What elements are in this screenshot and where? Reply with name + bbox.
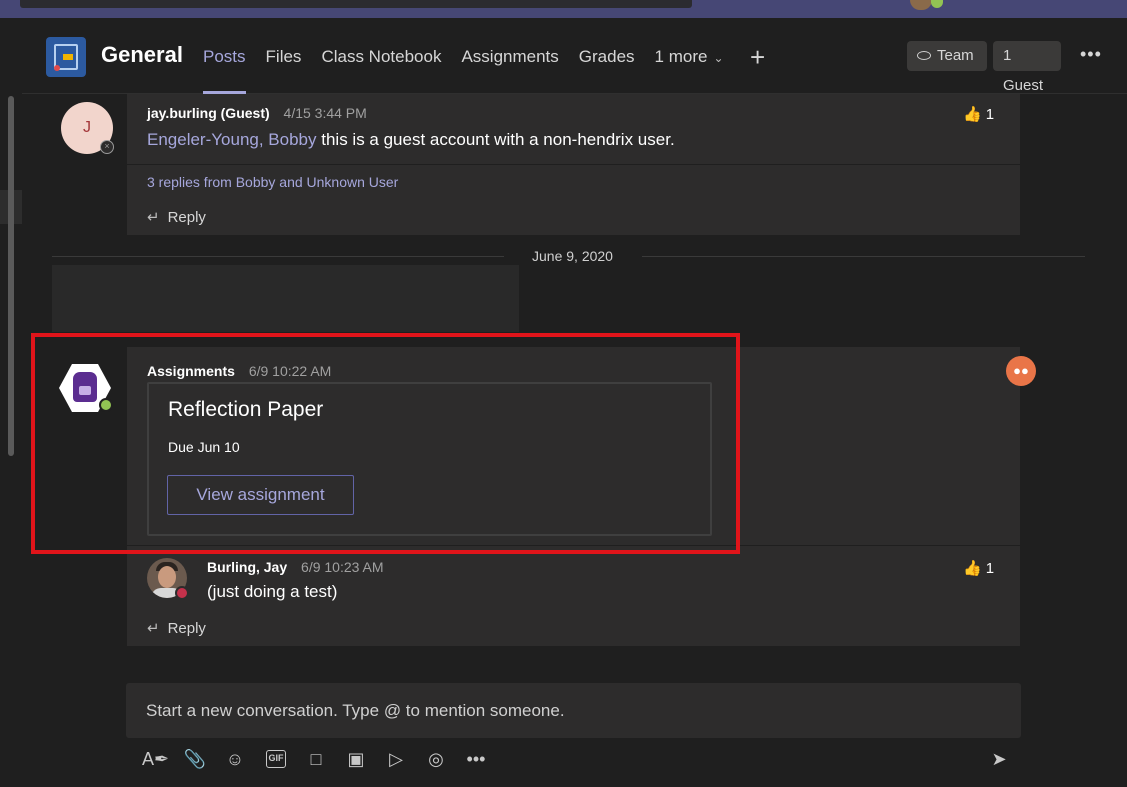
sticker-icon[interactable]: □ <box>303 746 329 772</box>
assignment-card: Reflection Paper Due Jun 10 View assignm… <box>147 382 712 536</box>
posts-feed: J × jay.burling (Guest) 4/15 3:44 PM Eng… <box>22 94 1127 687</box>
replies-summary-link[interactable]: 3 replies from Bobby and Unknown User <box>147 174 398 190</box>
message-text-rest: this is a guest account with a non-hendr… <box>316 130 675 149</box>
guest-count-button[interactable]: 1 Guest <box>993 41 1061 94</box>
view-assignment-button[interactable]: View assignment <box>167 475 354 515</box>
divider <box>127 545 1020 546</box>
divider <box>127 164 1020 165</box>
composer-toolbar: A✒ 📎 ☺ GIF □ ▣ ▷ ◎ ••• ➤ <box>126 744 1021 774</box>
like-reaction[interactable]: 👍 1 <box>963 559 994 577</box>
message-text: Engeler-Young, Bobby this is a guest acc… <box>147 130 675 150</box>
mention-link[interactable]: Engeler-Young, Bobby <box>147 130 317 149</box>
channel-title: General <box>101 42 183 67</box>
tab-grades[interactable]: Grades <box>579 47 635 67</box>
reply-button[interactable]: ↵ Reply <box>147 208 206 226</box>
reply-meta: Burling, Jay 6/9 10:23 AM <box>207 559 384 575</box>
presence-offline-icon: × <box>100 140 114 154</box>
scrollbar[interactable] <box>8 96 14 456</box>
message-body: Assignments 6/9 10:22 AM Reflection Pape… <box>127 347 1020 545</box>
thumbs-up-icon: 👍 <box>963 106 982 123</box>
team-button-label: Team <box>937 47 974 64</box>
like-reaction[interactable]: 👍 1 <box>963 105 994 123</box>
tab-files[interactable]: Files <box>266 47 302 67</box>
thumbs-up-icon: 👍 <box>963 560 982 577</box>
message-author: Assignments <box>147 363 235 379</box>
message-meta: jay.burling (Guest) 4/15 3:44 PM <box>147 105 367 121</box>
date-separator: June 9, 2020 <box>52 246 1085 266</box>
stream-icon[interactable]: ▷ <box>383 746 409 772</box>
gif-icon[interactable]: GIF <box>266 750 286 768</box>
reply-label: Reply <box>167 620 206 637</box>
meet-now-icon[interactable]: ▣ <box>343 746 369 772</box>
message-meta: Assignments 6/9 10:22 AM <box>147 363 331 379</box>
new-conversation-input[interactable] <box>126 683 1021 738</box>
presence-busy-icon <box>175 586 189 600</box>
tab-more[interactable]: 1 more ⌄ <box>655 47 724 67</box>
tab-more-label: 1 more <box>654 47 708 66</box>
channel-tabs: Posts Files Class Notebook Assignments G… <box>203 47 744 94</box>
attach-icon[interactable]: 📎 <box>182 746 208 772</box>
search-bar[interactable] <box>20 0 692 8</box>
message-author: jay.burling (Guest) <box>147 105 270 121</box>
chevron-down-icon: ⌄ <box>713 51 724 65</box>
message-time: 6/9 10:22 AM <box>248 363 332 379</box>
emoji-icon[interactable]: ☺ <box>222 746 248 772</box>
reply-button[interactable]: ↵ Reply <box>147 619 206 637</box>
reply-label: Reply <box>167 209 206 226</box>
reply-text: (just doing a test) <box>207 582 338 601</box>
reaction-count: 1 <box>985 106 995 123</box>
reply-arrow-icon: ↵ <box>147 620 160 637</box>
more-options-icon[interactable]: ••• <box>463 746 489 772</box>
assignment-due-date: Due Jun 10 <box>168 439 240 455</box>
loading-placeholder <box>52 265 519 332</box>
tab-posts[interactable]: Posts <box>203 47 246 94</box>
message-time: 4/15 3:44 PM <box>283 105 367 121</box>
praise-icon[interactable]: ◎ <box>423 746 449 772</box>
more-options-icon[interactable]: ••• <box>1080 44 1102 65</box>
presence-available-icon <box>99 398 113 412</box>
send-icon[interactable]: ➤ <box>986 746 1012 772</box>
reaction-count: 1 <box>985 560 995 577</box>
profile-avatar[interactable] <box>910 0 932 10</box>
conversation-card: jay.burling (Guest) 4/15 3:44 PM Engeler… <box>127 94 1020 235</box>
presence-available-icon <box>931 0 943 8</box>
reply-time: 6/9 10:23 AM <box>301 559 384 575</box>
group-conversation-icon[interactable]: ●● <box>1006 356 1036 386</box>
new-conversation-composer[interactable] <box>126 683 1021 738</box>
team-button[interactable]: Team <box>907 41 987 71</box>
tab-assignments[interactable]: Assignments <box>461 47 558 67</box>
reply-author: Burling, Jay <box>207 559 288 575</box>
assignments-app-avatar[interactable] <box>59 364 113 412</box>
eye-icon <box>917 51 931 60</box>
left-rail <box>0 18 22 787</box>
conversation-card: Assignments 6/9 10:22 AM Reflection Pape… <box>127 347 1020 646</box>
date-label: June 9, 2020 <box>532 248 613 264</box>
team-logo-icon <box>46 37 86 77</box>
reply-arrow-icon: ↵ <box>147 209 160 226</box>
app-top-bar <box>0 0 1127 18</box>
assignment-title: Reflection Paper <box>168 398 324 421</box>
message-body: jay.burling (Guest) 4/15 3:44 PM Engeler… <box>127 94 1020 164</box>
tab-class-notebook[interactable]: Class Notebook <box>321 47 441 67</box>
channel-header: General Posts Files Class Notebook Assig… <box>22 18 1127 94</box>
format-icon[interactable]: A✒ <box>142 746 169 772</box>
add-tab-plus-icon[interactable]: + <box>750 42 765 73</box>
